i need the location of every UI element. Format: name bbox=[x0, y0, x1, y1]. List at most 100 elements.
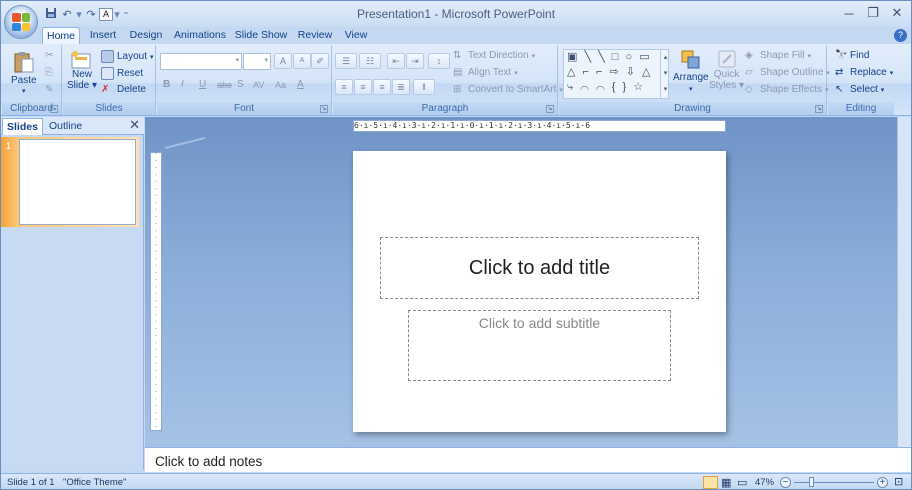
paste-icon bbox=[14, 52, 34, 73]
font-color-button[interactable]: A bbox=[297, 79, 315, 90]
delete-button[interactable]: ✗ Delete bbox=[101, 84, 146, 95]
close-icon[interactable]: ✕ bbox=[887, 4, 907, 22]
align-right-icon[interactable]: ≡ bbox=[373, 79, 391, 95]
shape-fill-button[interactable]: ◈ Shape Fill ▾ bbox=[745, 50, 811, 61]
zoom-slider[interactable] bbox=[794, 482, 874, 483]
align-center-icon[interactable]: ≡ bbox=[354, 79, 372, 95]
editing-group: 🔭 Find ⇄ Replace ▾ ↖ Select ▾ Editing bbox=[828, 45, 894, 115]
normal-view-icon[interactable] bbox=[703, 476, 718, 489]
vertical-ruler[interactable] bbox=[150, 152, 162, 431]
replace-button[interactable]: ⇄ Replace ▾ bbox=[835, 67, 893, 78]
decrease-indent-icon[interactable]: ⇤ bbox=[387, 53, 405, 69]
shapes-gallery-scroll[interactable]: ▴ ▾ ▾ bbox=[660, 50, 670, 98]
fit-to-window-icon[interactable]: ⊡ bbox=[894, 475, 903, 488]
arrange-button[interactable]: Arrange ▾ bbox=[673, 49, 709, 95]
select-button[interactable]: ↖ Select ▾ bbox=[835, 84, 884, 95]
find-button[interactable]: 🔭 Find bbox=[835, 50, 869, 61]
subtitle-placeholder[interactable]: Click to add subtitle bbox=[408, 310, 671, 381]
horizontal-ruler[interactable]: 6·ı·5·ı·4·ı·3·ı·2·ı·1·ı·0·ı·1·ı·2·ı·3·ı·… bbox=[353, 120, 726, 132]
layout-button[interactable]: Layout ▾ bbox=[101, 50, 154, 63]
drawing-launcher-icon[interactable]: ↘ bbox=[815, 105, 823, 113]
new-slide-icon bbox=[71, 51, 91, 69]
tab-slide-show[interactable]: Slide Show bbox=[234, 27, 288, 45]
numbering-icon[interactable]: ☷ bbox=[359, 53, 381, 69]
font-size-combo[interactable]: ▾ bbox=[243, 53, 271, 70]
clipboard-group: Paste ▾ ✂ ⎘ ✎ Clipboard ↘ bbox=[2, 45, 62, 115]
slide-canvas[interactable]: Click to add title Click to add subtitle bbox=[353, 151, 726, 432]
align-text-button[interactable]: ▤ Align Text ▾ bbox=[453, 67, 518, 78]
text-direction-button[interactable]: ⇅ Text Direction ▾ bbox=[453, 50, 535, 61]
line-spacing-icon[interactable]: ↕ bbox=[428, 53, 450, 69]
help-icon[interactable]: ? bbox=[894, 29, 907, 42]
clipboard-launcher-icon[interactable]: ↘ bbox=[50, 105, 58, 113]
tab-outline[interactable]: Outline bbox=[45, 118, 86, 135]
restore-icon[interactable]: ❐ bbox=[863, 4, 883, 22]
quick-styles-icon bbox=[718, 50, 736, 68]
close-icon[interactable]: ✕ bbox=[129, 117, 140, 133]
quick-styles-label-2: Styles ▾ bbox=[709, 80, 745, 91]
slide-thumbnail[interactable] bbox=[19, 139, 136, 225]
columns-icon[interactable]: ‖ bbox=[413, 79, 435, 95]
reset-icon bbox=[101, 67, 114, 80]
new-slide-button[interactable]: New Slide ▾ bbox=[67, 51, 97, 91]
reset-button[interactable]: Reset bbox=[101, 67, 143, 80]
shape-effects-icon: ◇ bbox=[745, 84, 753, 95]
tab-review[interactable]: Review bbox=[295, 27, 335, 45]
new-slide-label-2: Slide ▾ bbox=[67, 80, 98, 91]
bold-button[interactable]: B bbox=[163, 79, 181, 90]
powerpoint-window: ↶ ▾ ↷ A ▾ ⁼ Presentation1 - Microsoft Po… bbox=[0, 0, 912, 490]
bullets-icon[interactable]: ☰ bbox=[335, 53, 357, 69]
pane-split-decoration bbox=[165, 137, 205, 149]
shape-outline-label: Shape Outline bbox=[760, 67, 824, 78]
grow-font-button[interactable]: A bbox=[274, 53, 292, 69]
quick-styles-button[interactable]: Quick Styles ▾ bbox=[709, 49, 744, 91]
tab-view[interactable]: View bbox=[341, 27, 371, 45]
change-case-button[interactable]: Aa bbox=[275, 80, 297, 90]
paragraph-launcher-icon[interactable]: ↘ bbox=[546, 105, 554, 113]
shape-effects-button[interactable]: ◇ Shape Effects ▾ bbox=[745, 84, 829, 95]
clear-formatting-icon[interactable]: ✐ bbox=[311, 53, 329, 69]
tab-slides[interactable]: Slides bbox=[2, 118, 43, 135]
shadow-button[interactable]: S bbox=[237, 79, 253, 90]
strikethrough-button[interactable]: abe bbox=[217, 80, 237, 90]
cut-icon[interactable]: ✂ bbox=[45, 50, 53, 61]
format-painter-icon[interactable]: ✎ bbox=[45, 84, 53, 95]
replace-icon: ⇄ bbox=[835, 67, 844, 78]
zoom-out-icon[interactable]: − bbox=[780, 477, 791, 488]
align-left-icon[interactable]: ≡ bbox=[335, 79, 353, 95]
slide-sorter-view-icon[interactable]: ▦ bbox=[721, 476, 731, 489]
arrange-icon bbox=[681, 50, 700, 69]
smartart-icon: ⊞ bbox=[453, 84, 462, 95]
paste-button[interactable]: Paste ▾ bbox=[11, 50, 37, 95]
copy-icon[interactable]: ⎘ bbox=[45, 67, 53, 78]
character-spacing-button[interactable]: AV bbox=[253, 80, 275, 90]
zoom-in-icon[interactable]: + bbox=[877, 477, 888, 488]
theme-status[interactable]: "Office Theme" bbox=[63, 477, 126, 488]
increase-indent-icon[interactable]: ⇥ bbox=[406, 53, 424, 69]
shapes-gallery[interactable]: ▣ ╲ ╲ □ ○ ▭ △ ⌐ ⌐ ⇨ ⇩ △ ⤷ ⌒ ⌒ { } ☆ bbox=[563, 49, 669, 99]
tab-design[interactable]: Design bbox=[125, 27, 167, 45]
underline-button[interactable]: U bbox=[199, 79, 217, 90]
zoom-level[interactable]: 47% bbox=[755, 477, 774, 488]
align-text-label: Align Text bbox=[468, 67, 512, 78]
office-button[interactable] bbox=[4, 5, 38, 39]
tab-animations[interactable]: Animations bbox=[171, 27, 229, 45]
notes-pane[interactable]: Click to add notes bbox=[145, 447, 911, 472]
convert-smartart-button[interactable]: ⊞ Convert to SmartArt ▾ bbox=[453, 84, 563, 95]
justify-icon[interactable]: ≣ bbox=[392, 79, 410, 95]
slides-panel: Slides Outline ✕ 1 bbox=[1, 117, 144, 470]
select-label: Select bbox=[850, 84, 878, 95]
tab-home[interactable]: Home bbox=[42, 27, 80, 45]
minimize-icon[interactable]: ─ bbox=[839, 4, 859, 22]
font-name-combo[interactable]: ▾ bbox=[160, 53, 242, 70]
zoom-slider-thumb[interactable] bbox=[809, 477, 814, 487]
italic-button[interactable]: I bbox=[181, 79, 199, 90]
font-launcher-icon[interactable]: ↘ bbox=[320, 105, 328, 113]
tab-insert[interactable]: Insert bbox=[85, 27, 121, 45]
shrink-font-button[interactable]: A bbox=[293, 53, 311, 69]
shape-outline-button[interactable]: ▱ Shape Outline ▾ bbox=[745, 67, 830, 78]
title-placeholder[interactable]: Click to add title bbox=[380, 237, 699, 299]
vertical-scrollbar[interactable] bbox=[897, 117, 911, 447]
font-group-label: Font bbox=[157, 102, 331, 115]
slide-show-view-icon[interactable]: ▭ bbox=[737, 476, 747, 489]
